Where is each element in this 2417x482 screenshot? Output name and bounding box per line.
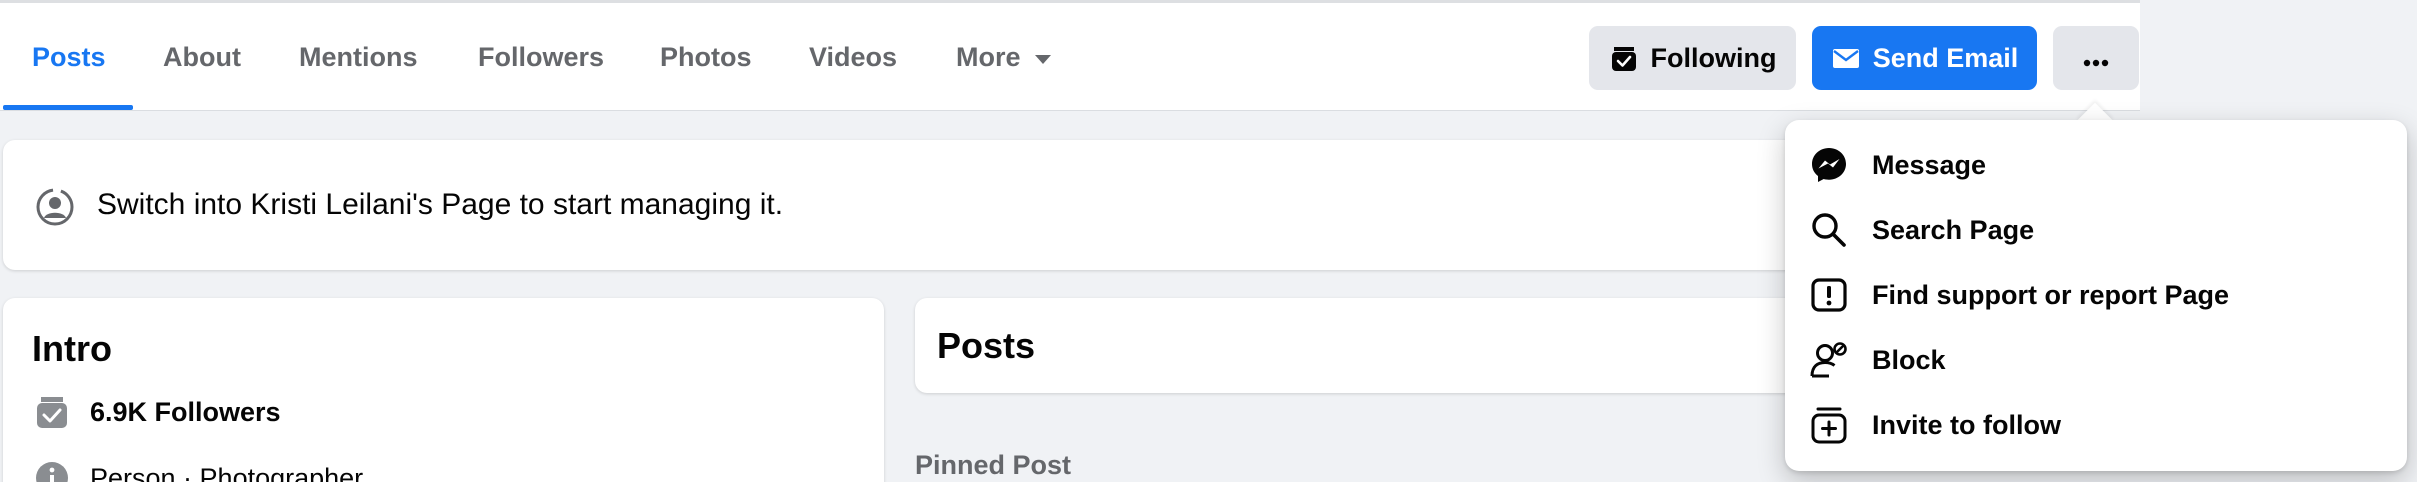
menu-item-label: Block [1872, 344, 1946, 375]
following-button[interactable]: Following [1589, 26, 1796, 90]
tab-label: About [163, 41, 241, 72]
menu-item-invite-to-follow[interactable]: Invite to follow [1793, 393, 2399, 457]
pinned-post-label: Pinned Post [915, 450, 1072, 480]
menu-item-search-page[interactable]: Search Page [1793, 198, 2399, 262]
info-icon [32, 458, 72, 482]
invite-follow-icon [1809, 405, 1849, 445]
tab-label: Mentions [299, 41, 418, 72]
following-check-icon [1609, 43, 1639, 73]
caret-down-icon [1034, 54, 1051, 64]
tab-label: Followers [478, 41, 605, 72]
menu-item-label: Find support or report Page [1872, 279, 2230, 310]
switch-page-text: Switch into Kristi Leilani's Page to sta… [97, 188, 784, 221]
report-icon [1809, 275, 1849, 315]
menu-item-report-page[interactable]: Find support or report Page [1793, 263, 2399, 327]
menu-item-message[interactable]: Message [1793, 133, 2399, 197]
tab-more[interactable]: More [956, 3, 1051, 111]
tab-photos[interactable]: Photos [660, 3, 752, 111]
ellipsis-icon [2083, 43, 2109, 74]
search-icon [1809, 210, 1849, 250]
tab-label: More [956, 41, 1021, 72]
followers-count[interactable]: 6.9K Followers [90, 397, 281, 428]
followers-row: 6.9K Followers [32, 392, 281, 432]
tab-label: Videos [809, 41, 898, 72]
switch-profile-icon [34, 186, 76, 228]
posts-title: Posts [937, 325, 1036, 366]
block-user-icon [1809, 340, 1849, 380]
active-tab-indicator [3, 105, 133, 110]
intro-title: Intro [32, 328, 112, 369]
menu-item-label: Invite to follow [1872, 409, 2061, 440]
category-text: Person · Photographer [90, 462, 364, 482]
tab-followers[interactable]: Followers [478, 3, 604, 111]
tab-label: Photos [660, 41, 752, 72]
tab-label: Posts [32, 41, 106, 72]
messenger-icon [1809, 145, 1849, 185]
tab-mentions[interactable]: Mentions [299, 3, 418, 111]
following-label: Following [1650, 42, 1777, 73]
tab-posts[interactable]: Posts [32, 3, 106, 111]
followers-icon [32, 392, 72, 432]
menu-item-label: Message [1872, 149, 1987, 180]
menu-item-label: Search Page [1872, 214, 2035, 245]
envelope-icon [1831, 43, 1861, 73]
more-options-button[interactable] [2053, 26, 2139, 90]
menu-item-block[interactable]: Block [1793, 328, 2399, 392]
tab-videos[interactable]: Videos [809, 3, 897, 111]
send-email-button[interactable]: Send Email [1812, 26, 2037, 90]
tab-about[interactable]: About [163, 3, 241, 111]
intro-card: Intro 6.9K Followers Person · Photograph… [3, 298, 884, 482]
category-row: Person · Photographer [32, 458, 363, 482]
send-email-label: Send Email [1872, 42, 2019, 73]
more-options-dropdown: Message Search Page Find support or repo… [1785, 120, 2407, 471]
